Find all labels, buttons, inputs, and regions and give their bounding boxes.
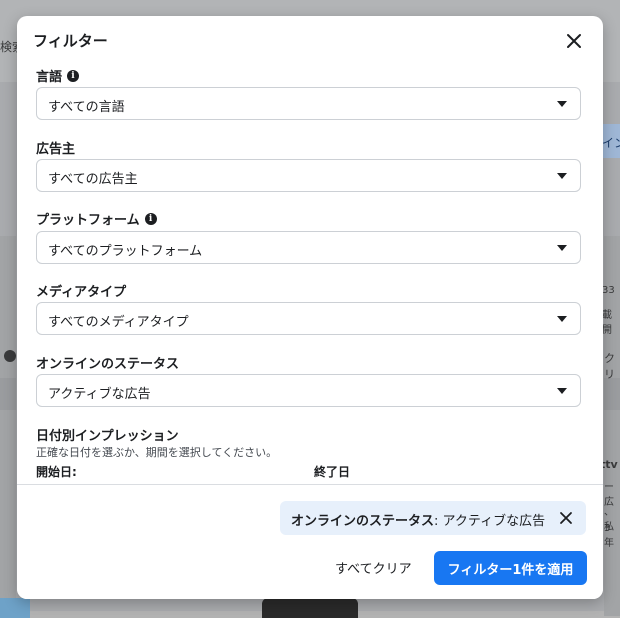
start-date-label: 開始日: (36, 465, 77, 479)
background-text: 載開 (602, 310, 612, 336)
chip-filter-name: オンラインのステータス (291, 514, 435, 529)
media-type-label-text: メディアタイプ (36, 285, 127, 300)
dialog-footer: オンラインのステータス: アクティブな広告 すべてクリア フィルター1件を適用 (17, 484, 603, 599)
language-label-text: 言語 (36, 70, 63, 85)
caret-down-icon (557, 173, 567, 179)
media-type-select-value: すべてのメディアタイプ (48, 315, 189, 330)
media-type-select[interactable]: すべてのメディアタイプ (36, 302, 581, 335)
caret-down-icon (557, 388, 567, 394)
active-filter-chip-text: オンラインのステータス: アクティブな広告 (291, 510, 545, 529)
caret-down-icon (557, 245, 567, 251)
filter-dialog: フィルター 言語 i すべての言語 広告主 すべての広告主 プラットフォーム i (17, 16, 603, 599)
online-status-select-value: アクティブな広告 (48, 387, 151, 402)
background-thumbnail (262, 598, 358, 618)
background-text: 3年 (604, 523, 614, 549)
advertiser-select-value: すべての広告主 (48, 172, 138, 187)
impression-date-title: 日付別インプレッション (36, 429, 179, 444)
background-text: クリ (604, 352, 615, 381)
platform-label-text: プラットフォーム (36, 213, 140, 228)
background-card-left (0, 236, 16, 616)
background-thumbnail (0, 598, 30, 618)
language-select-value: すべての言語 (48, 100, 125, 115)
background-info-icon (4, 350, 16, 362)
close-icon (560, 512, 572, 524)
apply-filter-button[interactable]: フィルター1件を適用 (434, 551, 587, 585)
clear-all-button[interactable]: すべてクリア (335, 558, 412, 577)
dialog-title: フィルター (33, 32, 108, 50)
media-type-label: メディアタイプ (36, 281, 126, 300)
info-icon[interactable]: i (67, 69, 80, 82)
close-icon (567, 34, 581, 48)
online-status-select[interactable]: アクティブな広告 (36, 374, 581, 407)
platform-select[interactable]: すべてのプラットフォーム (36, 231, 581, 264)
advertiser-label-text: 広告主 (36, 142, 76, 157)
filter-form[interactable]: 言語 i すべての言語 広告主 すべての広告主 プラットフォーム i すべてのプ… (17, 60, 603, 484)
close-button[interactable] (563, 30, 585, 52)
advertiser-select[interactable]: すべての広告主 (36, 159, 581, 192)
info-icon[interactable]: i (144, 212, 157, 225)
caret-down-icon (557, 316, 567, 322)
background-bar-left (0, 378, 16, 410)
background-text: 33 (602, 285, 615, 296)
end-date-label: 終了日 (314, 465, 351, 479)
language-select[interactable]: すべての言語 (36, 87, 581, 120)
caret-down-icon (557, 101, 567, 107)
platform-label: プラットフォーム i (36, 209, 157, 228)
platform-select-value: すべてのプラットフォーム (48, 244, 203, 259)
chip-filter-value: : アクティブな広告 (434, 514, 546, 529)
impression-date-subtitle: 正確な日付を選ぶか、期間を選択してください。 (36, 446, 278, 459)
language-label: 言語 i (36, 66, 80, 85)
background-bar-right (604, 378, 620, 410)
advertiser-label: 広告主 (36, 138, 75, 157)
remove-filter-button[interactable] (557, 509, 575, 527)
online-status-label-text: オンラインのステータス (36, 357, 180, 372)
active-filter-chip: オンラインのステータス: アクティブな広告 (280, 501, 586, 535)
online-status-label: オンラインのステータス (36, 353, 179, 372)
